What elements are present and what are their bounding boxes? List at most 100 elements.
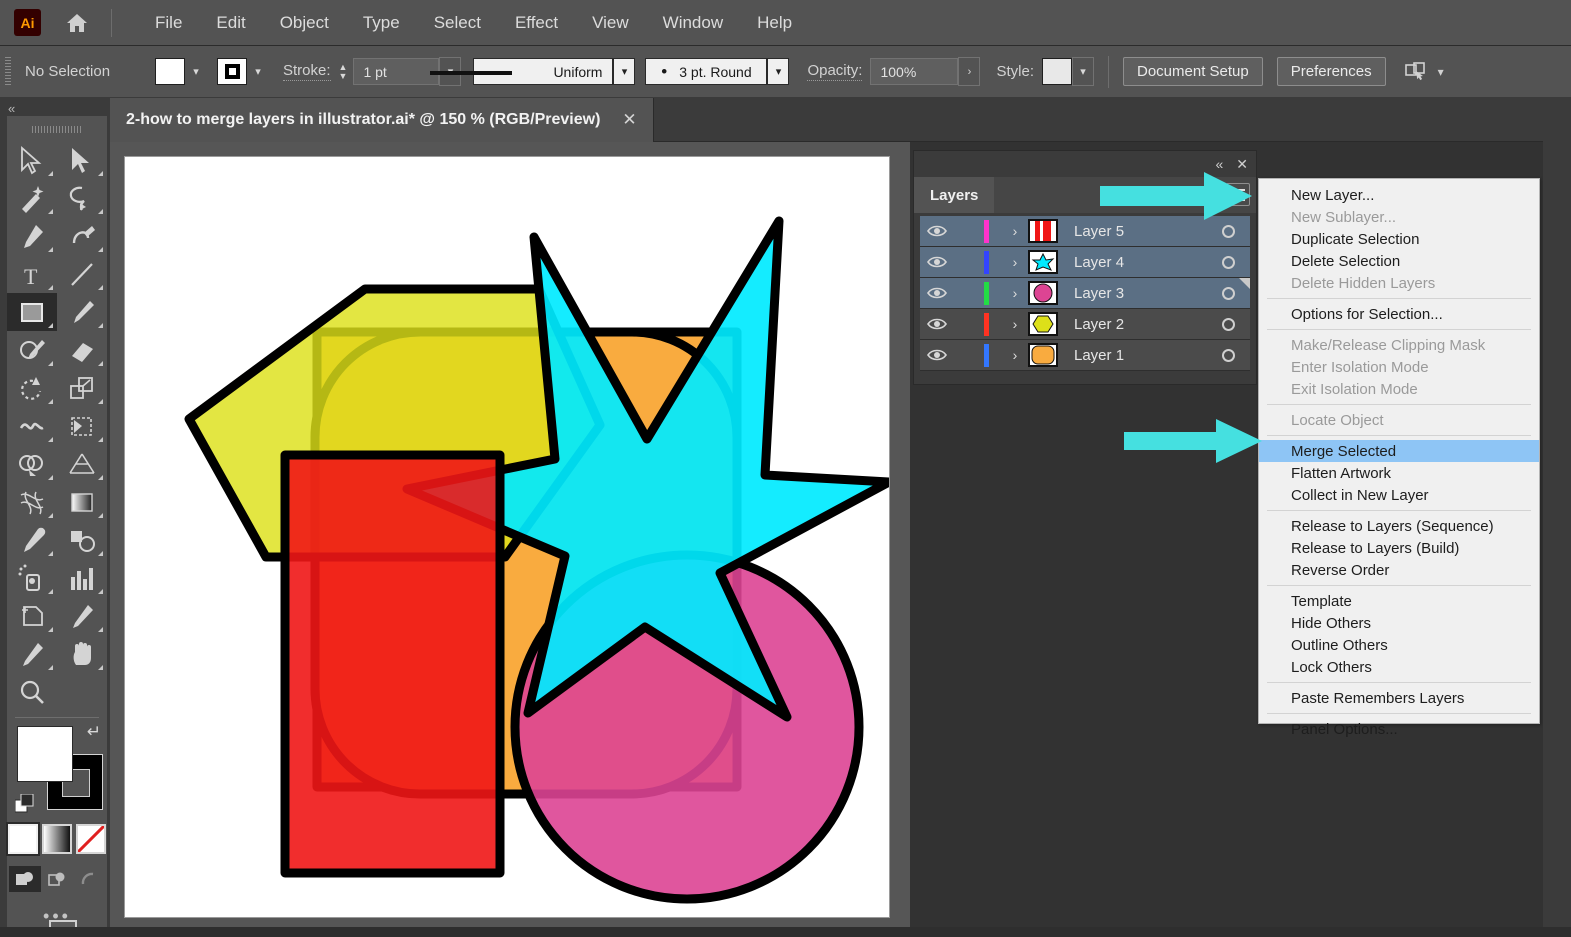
- perspective-grid-tool[interactable]: [57, 445, 107, 483]
- menu-item-template[interactable]: Template: [1259, 590, 1539, 612]
- expand-chevron-right-icon[interactable]: ›: [1002, 223, 1028, 239]
- visibility-eye-icon[interactable]: [920, 286, 954, 300]
- menu-item-collect-in-new-layer[interactable]: Collect in New Layer: [1259, 484, 1539, 506]
- stroke-weight-input[interactable]: 1 pt: [353, 58, 440, 85]
- menu-item-paste-remembers-layers[interactable]: Paste Remembers Layers: [1259, 687, 1539, 709]
- magic-wand-tool[interactable]: [7, 179, 57, 217]
- target-indicator[interactable]: [1206, 348, 1250, 362]
- column-graph-tool[interactable]: [57, 559, 107, 597]
- menu-item-object[interactable]: Object: [263, 9, 346, 37]
- rotate-tool[interactable]: [7, 369, 57, 407]
- menu-item-panel-options[interactable]: Panel Options...: [1259, 718, 1539, 740]
- menu-item-effect[interactable]: Effect: [498, 9, 575, 37]
- menu-item-view[interactable]: View: [575, 9, 646, 37]
- color-mode-none-icon[interactable]: [76, 824, 106, 854]
- stroke-profile-select[interactable]: Uniform: [430, 58, 614, 85]
- fill-color-box[interactable]: [17, 726, 73, 782]
- pen-tool[interactable]: [7, 217, 57, 255]
- hand-tool-alt[interactable]: [7, 635, 57, 673]
- menu-item-release-to-layers-build[interactable]: Release to Layers (Build): [1259, 537, 1539, 559]
- stroke-chevron-down-icon[interactable]: ▾: [247, 58, 269, 85]
- menu-item-duplicate-selection[interactable]: Duplicate Selection: [1259, 228, 1539, 250]
- edit-toolbar-icon[interactable]: •••: [7, 906, 107, 927]
- target-indicator[interactable]: [1206, 224, 1250, 238]
- menu-item-hide-others[interactable]: Hide Others: [1259, 612, 1539, 634]
- graphic-style-swatch[interactable]: [1042, 58, 1072, 85]
- swap-fill-stroke-icon[interactable]: ↵: [87, 722, 101, 742]
- visibility-eye-icon[interactable]: [920, 224, 954, 238]
- preferences-button[interactable]: Preferences: [1276, 57, 1386, 86]
- rectangle-tool[interactable]: [7, 293, 57, 331]
- menu-item-release-to-layers-sequence[interactable]: Release to Layers (Sequence): [1259, 515, 1539, 537]
- hand-tool[interactable]: [57, 635, 107, 673]
- layer-row[interactable]: › Layer 2: [920, 309, 1250, 340]
- fill-chevron-down-icon[interactable]: ▾: [185, 58, 207, 85]
- menu-item-file[interactable]: File: [138, 9, 199, 37]
- stroke-swatch[interactable]: [217, 58, 247, 85]
- expand-chevron-right-icon[interactable]: ›: [1002, 285, 1028, 301]
- document-tab[interactable]: 2-how to merge layers in illustrator.ai*…: [110, 98, 654, 142]
- menu-item-type[interactable]: Type: [346, 9, 417, 37]
- menu-item-edit[interactable]: Edit: [199, 9, 262, 37]
- shape-builder-tool[interactable]: [7, 445, 57, 483]
- menu-item-new-layer[interactable]: New Layer...: [1259, 184, 1539, 206]
- menu-item-lock-others[interactable]: Lock Others: [1259, 656, 1539, 678]
- visibility-eye-icon[interactable]: [920, 317, 954, 331]
- slice-tool[interactable]: [57, 597, 107, 635]
- menu-item-merge-selected[interactable]: Merge Selected: [1259, 440, 1539, 462]
- scale-tool[interactable]: [57, 369, 107, 407]
- width-tool[interactable]: [7, 407, 57, 445]
- paintbrush-tool[interactable]: [57, 293, 107, 331]
- type-tool[interactable]: T: [7, 255, 57, 293]
- direct-selection-tool[interactable]: [57, 141, 107, 179]
- color-mode-gradient-icon[interactable]: [42, 824, 72, 854]
- selection-tool[interactable]: [7, 141, 57, 179]
- menu-item-window[interactable]: Window: [646, 9, 740, 37]
- visibility-eye-icon[interactable]: [920, 348, 954, 362]
- control-bar-grip[interactable]: [5, 56, 11, 87]
- brush-definition-select[interactable]: • 3 pt. Round: [645, 58, 768, 85]
- zoom-tool[interactable]: [7, 673, 57, 711]
- layer-row[interactable]: › Layer 4: [920, 247, 1250, 278]
- layer-name[interactable]: Layer 2: [1066, 316, 1206, 333]
- tab-layers[interactable]: Layers: [914, 177, 995, 213]
- menu-item-outline-others[interactable]: Outline Others: [1259, 634, 1539, 656]
- target-indicator[interactable]: [1206, 317, 1250, 331]
- fill-stroke-indicator[interactable]: ↵: [14, 722, 103, 813]
- mesh-tool[interactable]: [7, 483, 57, 521]
- fill-swatch-group[interactable]: ▾: [155, 58, 207, 85]
- brush-definition-chevron-down-icon[interactable]: ▾: [767, 58, 790, 85]
- stroke-profile-chevron-down-icon[interactable]: ▾: [613, 58, 636, 85]
- draw-behind-icon[interactable]: [41, 866, 73, 892]
- fill-swatch[interactable]: [155, 58, 185, 85]
- shaper-tool[interactable]: [7, 331, 57, 369]
- stroke-weight-stepper[interactable]: ▲ ▼: [339, 62, 348, 81]
- free-transform-tool[interactable]: [57, 407, 107, 445]
- opacity-input[interactable]: 100%: [870, 58, 959, 85]
- target-indicator[interactable]: [1206, 255, 1250, 269]
- arrange-chevron-down-icon[interactable]: ▾: [1438, 65, 1444, 79]
- layer-name[interactable]: Layer 4: [1066, 254, 1206, 271]
- menu-item-help[interactable]: Help: [740, 9, 809, 37]
- artboard[interactable]: [124, 156, 894, 918]
- layer-name[interactable]: Layer 3: [1066, 285, 1206, 302]
- menu-item-flatten-artwork[interactable]: Flatten Artwork: [1259, 462, 1539, 484]
- artboard-tool[interactable]: [7, 597, 57, 635]
- collapse-panel-icon[interactable]: «: [0, 98, 110, 116]
- line-segment-tool[interactable]: [57, 255, 107, 293]
- style-chevron-down-icon[interactable]: ▾: [1072, 57, 1094, 86]
- expand-chevron-right-icon[interactable]: ›: [1002, 347, 1028, 363]
- home-icon[interactable]: [63, 9, 91, 37]
- visibility-eye-icon[interactable]: [920, 255, 954, 269]
- default-fill-stroke-icon[interactable]: [14, 793, 35, 814]
- layer-name[interactable]: Layer 1: [1066, 347, 1206, 364]
- draw-inside-icon[interactable]: [73, 866, 105, 892]
- arrange-documents-group[interactable]: ▾: [1404, 61, 1444, 83]
- color-mode-fill-icon[interactable]: [6, 822, 40, 856]
- symbol-sprayer-tool[interactable]: [7, 559, 57, 597]
- document-setup-button[interactable]: Document Setup: [1123, 57, 1263, 86]
- stroke-swatch-group[interactable]: ▾: [217, 58, 269, 85]
- opacity-chevron-right-icon[interactable]: ›: [958, 57, 981, 86]
- lasso-tool[interactable]: [57, 179, 107, 217]
- tools-panel-grip[interactable]: [32, 126, 82, 133]
